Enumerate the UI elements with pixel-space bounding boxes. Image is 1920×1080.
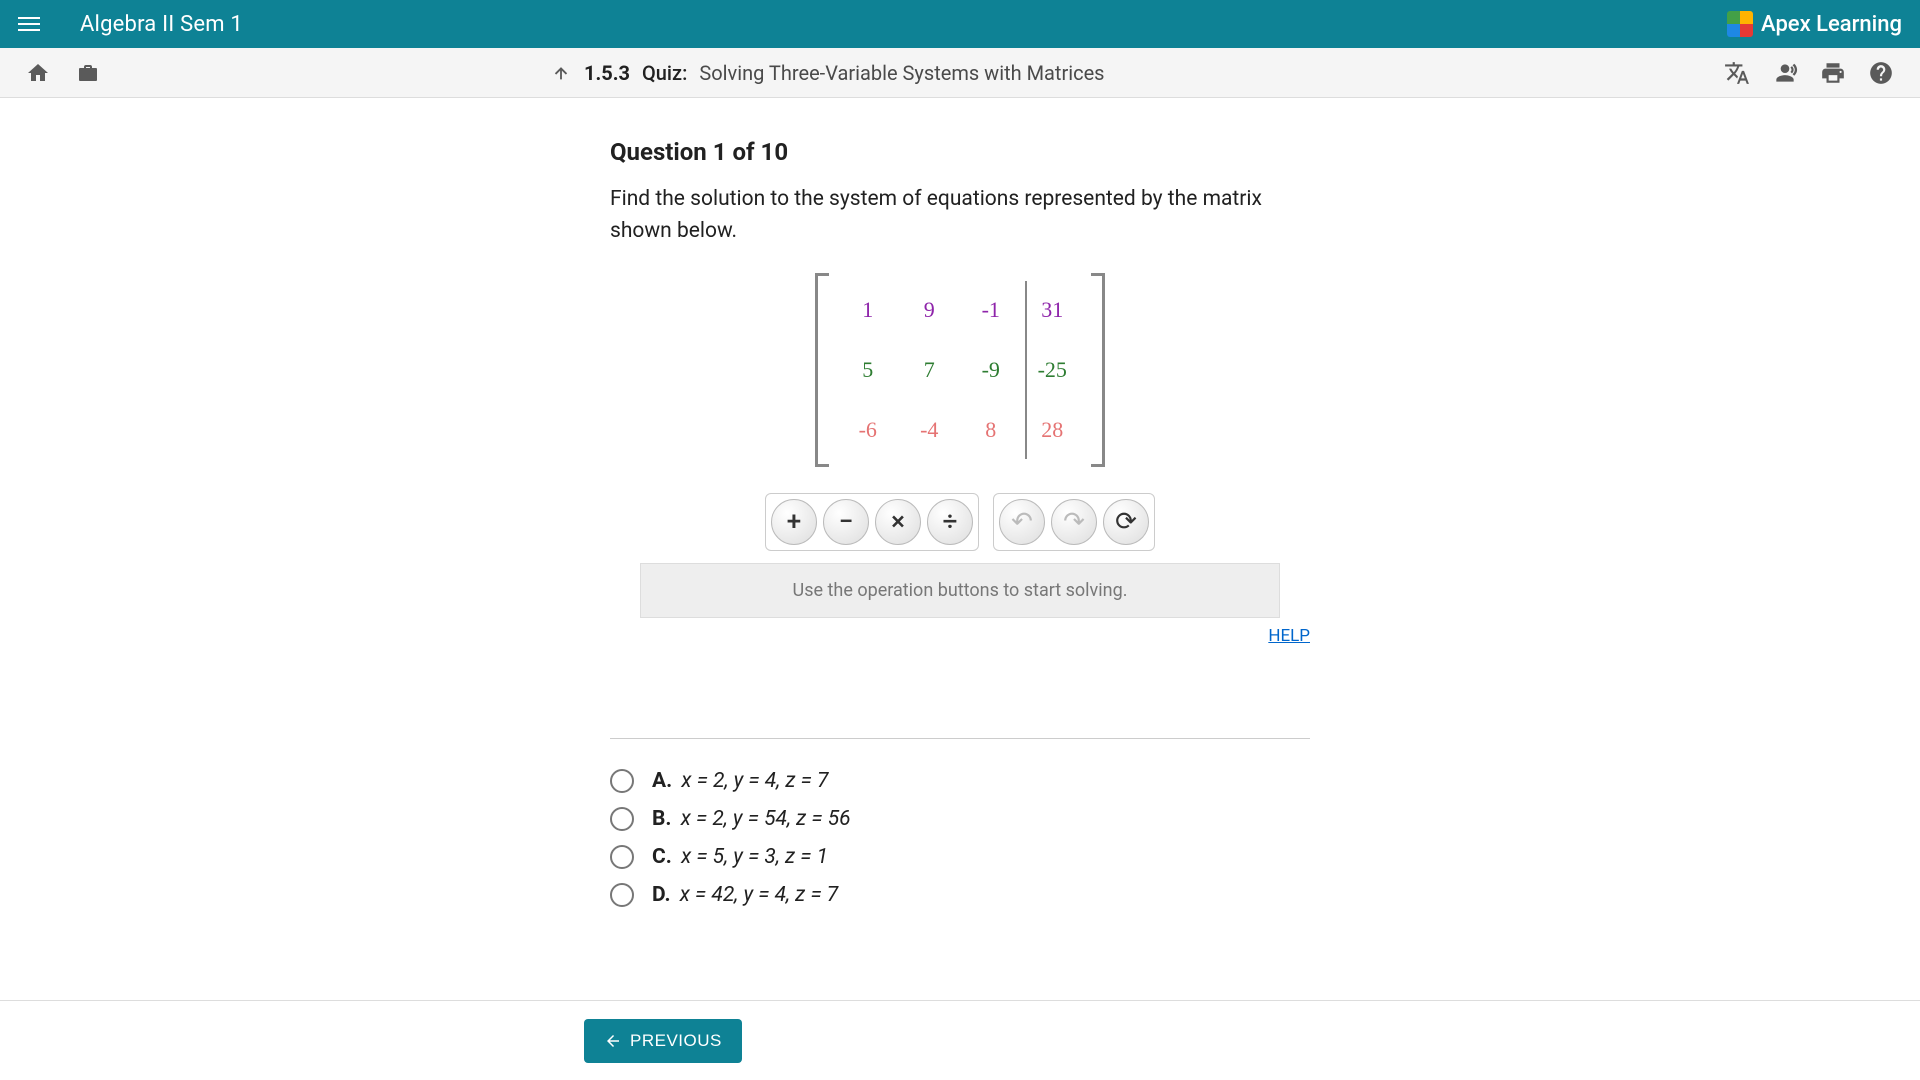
answer-letter: A. (652, 769, 672, 793)
answer-text: x = 42, y = 4, z = 7 (680, 883, 838, 907)
divider (610, 738, 1310, 739)
undo-button: ↶ (999, 499, 1045, 545)
bracket-right-icon (1091, 273, 1105, 467)
answer-letter: C. (652, 845, 672, 869)
divide-button[interactable]: ÷ (927, 499, 973, 545)
cell[interactable]: 9 (899, 297, 961, 323)
answer-option[interactable]: A. x = 2, y = 4, z = 7 (610, 769, 1310, 793)
previous-label: PREVIOUS (630, 1031, 722, 1051)
translate-icon[interactable] (1724, 60, 1750, 86)
radio-icon[interactable] (610, 807, 634, 831)
answer-letter: D. (652, 883, 671, 907)
answer-list: A. x = 2, y = 4, z = 7 B. x = 2, y = 54,… (610, 769, 1310, 907)
cell[interactable]: -25 (1022, 357, 1084, 383)
subtract-button[interactable]: − (823, 499, 869, 545)
bracket-left-icon (815, 273, 829, 467)
question-text: Find the solution to the system of equat… (610, 184, 1310, 247)
cell[interactable]: 8 (960, 417, 1022, 443)
hint-box: Use the operation buttons to start solvi… (640, 563, 1280, 618)
brand: Apex Learning (1727, 11, 1902, 37)
help-link[interactable]: HELP (1268, 626, 1310, 646)
help-icon[interactable] (1868, 60, 1894, 86)
answer-option[interactable]: B. x = 2, y = 54, z = 56 (610, 807, 1310, 831)
cell[interactable]: -1 (960, 297, 1022, 323)
answer-option[interactable]: C. x = 5, y = 3, z = 1 (610, 845, 1310, 869)
add-button[interactable]: + (771, 499, 817, 545)
breadcrumb-code: 1.5.3 (584, 61, 630, 85)
breadcrumb-type: Quiz: (642, 61, 687, 85)
redo-button: ↷ (1051, 499, 1097, 545)
arithmetic-group: + − × ÷ (765, 493, 979, 551)
cell[interactable]: -4 (899, 417, 961, 443)
answer-text: x = 2, y = 4, z = 7 (681, 769, 828, 793)
breadcrumb: 1.5.3 Quiz: Solving Three-Variable Syste… (550, 61, 1105, 85)
reset-button[interactable]: ⟳ (1103, 499, 1149, 545)
matrix: 1 9 -1 31 5 7 -9 -25 -6 -4 8 28 (815, 273, 1105, 467)
top-bar: Algebra II Sem 1 Apex Learning (0, 0, 1920, 48)
cell[interactable]: 7 (899, 357, 961, 383)
operation-controls: + − × ÷ ↶ ↷ ⟳ (610, 493, 1310, 551)
answer-text: x = 2, y = 54, z = 56 (681, 807, 851, 831)
radio-icon[interactable] (610, 769, 634, 793)
breadcrumb-title: Solving Three-Variable Systems with Matr… (699, 61, 1104, 85)
radio-icon[interactable] (610, 845, 634, 869)
sub-bar: 1.5.3 Quiz: Solving Three-Variable Syste… (0, 48, 1920, 98)
brand-logo-icon (1727, 11, 1753, 37)
question-header: Question 1 of 10 (610, 138, 1310, 166)
cell[interactable]: 31 (1022, 297, 1084, 323)
cell[interactable]: -9 (960, 357, 1022, 383)
read-aloud-icon[interactable] (1772, 60, 1798, 86)
cell[interactable]: 5 (837, 357, 899, 383)
history-group: ↶ ↷ ⟳ (993, 493, 1155, 551)
print-icon[interactable] (1820, 60, 1846, 86)
previous-button[interactable]: PREVIOUS (584, 1019, 742, 1063)
cell[interactable]: 28 (1022, 417, 1084, 443)
menu-icon[interactable] (18, 10, 46, 38)
multiply-button[interactable]: × (875, 499, 921, 545)
arrow-left-icon (604, 1032, 622, 1050)
up-level-icon[interactable] (550, 62, 572, 84)
answer-text: x = 5, y = 3, z = 1 (681, 845, 828, 869)
radio-icon[interactable] (610, 883, 634, 907)
footer: PREVIOUS (0, 1000, 1920, 1080)
cell[interactable]: -6 (837, 417, 899, 443)
course-title: Algebra II Sem 1 (80, 12, 243, 37)
cell[interactable]: 1 (837, 297, 899, 323)
augment-separator (1025, 281, 1027, 459)
briefcase-icon[interactable] (76, 61, 100, 85)
brand-name: Apex Learning (1761, 12, 1902, 37)
answer-option[interactable]: D. x = 42, y = 4, z = 7 (610, 883, 1310, 907)
answer-letter: B. (652, 807, 672, 831)
question-area: Question 1 of 10 Find the solution to th… (610, 138, 1310, 907)
home-icon[interactable] (26, 61, 50, 85)
